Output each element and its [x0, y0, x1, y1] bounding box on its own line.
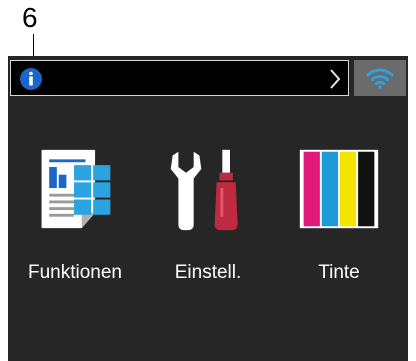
ink-cartridges-icon [299, 149, 379, 229]
info-bar[interactable] [10, 60, 349, 96]
functions-icon [41, 149, 111, 229]
callout-number: 6 [22, 2, 38, 33]
tile-label-tinte: Tinte [318, 262, 360, 283]
chevron-right-icon [330, 69, 341, 89]
touchscreen: Funktionen Einstell. Tinte [8, 56, 408, 361]
wifi-icon [366, 68, 394, 89]
tile-label-einstell: Einstell. [174, 262, 242, 283]
tile-funktionen[interactable]: Funktionen [10, 138, 140, 288]
settings-tools-icon [170, 149, 238, 231]
tile-label-funktionen: Funktionen [27, 262, 122, 283]
tile-einstell[interactable]: Einstell. [143, 138, 273, 288]
wifi-button[interactable] [354, 60, 406, 96]
tile-tinte[interactable]: Tinte [274, 138, 404, 288]
info-icon [20, 68, 42, 90]
